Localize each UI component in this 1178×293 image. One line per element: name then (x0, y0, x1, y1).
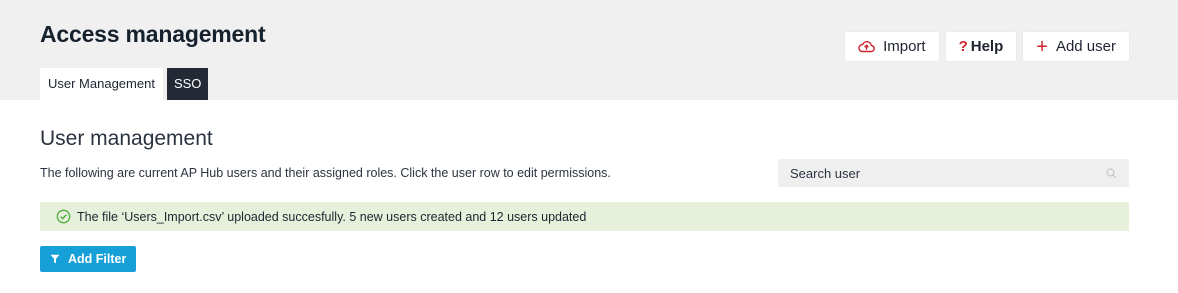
help-icon: ? (958, 38, 968, 55)
page-header: Access management User Management SSO Im… (0, 0, 1178, 100)
header-actions: Import ? Help + Add user (845, 32, 1129, 61)
import-button[interactable]: Import (845, 32, 939, 61)
filter-icon (50, 254, 60, 264)
add-filter-button[interactable]: Add Filter (40, 246, 137, 272)
plus-icon: + (1036, 35, 1048, 58)
add-filter-label: Add Filter (68, 252, 127, 266)
section-description: The following are current AP Hub users a… (40, 166, 611, 180)
page-title: Access management (40, 21, 266, 47)
search-box (778, 159, 1129, 187)
import-label: Import (883, 38, 926, 55)
add-user-button[interactable]: + Add user (1023, 32, 1129, 61)
check-circle-icon (56, 209, 71, 224)
tab-sso[interactable]: SSO (166, 68, 209, 100)
search-input[interactable] (790, 165, 1106, 181)
add-user-label: Add user (1055, 38, 1116, 55)
tab-user-management[interactable]: User Management (40, 68, 163, 100)
tab-bar: User Management SSO (40, 68, 209, 100)
section-title: User management (40, 127, 213, 150)
cloud-upload-icon (858, 40, 875, 53)
success-alert: The file ‘Users_Import.csv’ uploaded suc… (40, 202, 1129, 231)
help-label: Help (970, 38, 1004, 55)
alert-message: The file ‘Users_Import.csv’ uploaded suc… (77, 209, 587, 224)
help-button[interactable]: ? Help (945, 32, 1017, 61)
search-icon[interactable] (1106, 168, 1117, 179)
